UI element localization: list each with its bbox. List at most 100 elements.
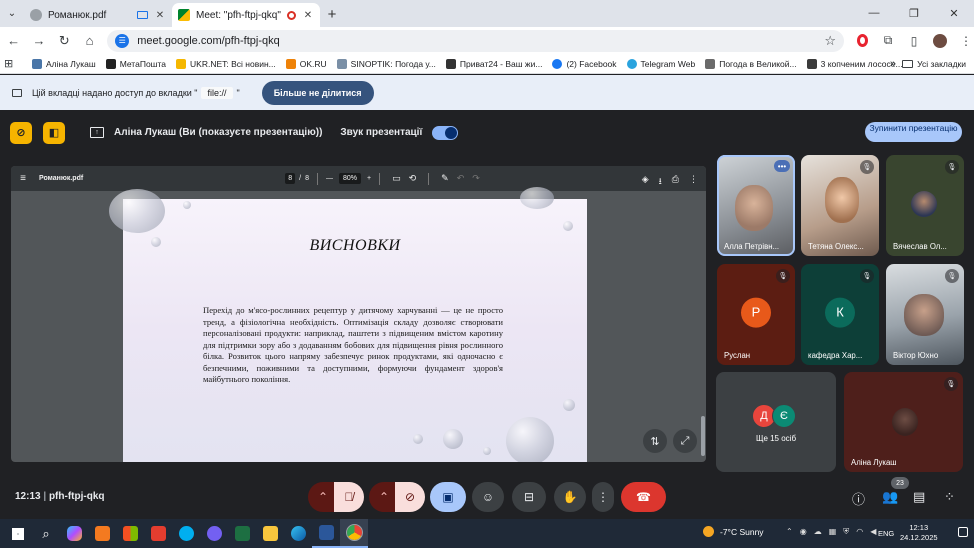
swap-icon[interactable]: ⇅ (643, 429, 667, 453)
clock[interactable]: 12:13 24.12.2025 (900, 523, 938, 543)
bookmark-item[interactable]: (2) Facebook (552, 58, 617, 69)
maximize-button[interactable]: ❐ (894, 0, 934, 26)
stop-sharing-button[interactable]: Більше не ділитися (261, 80, 374, 105)
scrollbar[interactable] (701, 416, 705, 456)
wifi-icon[interactable]: ◠ (856, 527, 863, 537)
word-icon[interactable] (312, 519, 340, 548)
people-icon[interactable]: 👥 (882, 489, 898, 505)
layout-icon[interactable]: ◧ (43, 121, 65, 144)
file-explorer-icon[interactable] (256, 519, 284, 548)
undo-icon[interactable]: ↶ (457, 173, 465, 184)
zoom-in-button[interactable]: + (367, 175, 371, 182)
minimize-button[interactable]: — (854, 0, 894, 26)
tab-meet[interactable]: Meet: "pfh-ftpj-qkq" ✕ (172, 3, 320, 27)
self-tile[interactable]: 🎙 Аліна Лукаш (844, 372, 963, 472)
more-bookmarks-icon[interactable]: » (890, 58, 896, 70)
bookmark-item[interactable]: Аліна Лукаш (32, 58, 96, 69)
leave-call-button[interactable]: ☎ (621, 482, 666, 512)
captions-button[interactable]: ⊟ (512, 482, 546, 512)
tab-pdf[interactable]: Романюк.pdf ✕ (24, 3, 172, 27)
start-button[interactable] (4, 519, 32, 548)
print-icon[interactable]: ⎙ (672, 174, 679, 190)
redo-icon[interactable]: ↷ (472, 173, 480, 184)
skype-icon[interactable] (172, 519, 200, 548)
all-bookmarks-folder[interactable]: Усі закладки (902, 59, 966, 69)
onedrive-icon[interactable]: ☁ (814, 527, 822, 537)
anydesk-icon[interactable] (144, 519, 172, 548)
extensions-icon[interactable]: ⧉ (880, 33, 896, 49)
participant-tile[interactable]: Р 🎙 Руслан (717, 264, 795, 365)
opera-extension-icon[interactable] (854, 33, 870, 49)
bookmark-item[interactable]: Приват24 - Ваш жи... (445, 58, 542, 69)
presentation-sound-toggle[interactable] (432, 125, 459, 140)
rotate-icon[interactable]: ⟲ (409, 173, 417, 184)
more-options-button[interactable]: ⋮ (592, 482, 614, 512)
participant-tile[interactable]: 🎙 Тетяна Олекс... (801, 155, 879, 256)
chrome-icon[interactable] (340, 519, 368, 548)
new-tab-button[interactable]: + (320, 6, 344, 23)
store-icon[interactable] (116, 519, 144, 548)
close-window-button[interactable]: ✕ (934, 0, 974, 26)
bookmark-item[interactable]: UKR.NET: Всі новин... (176, 58, 276, 69)
edge-icon[interactable] (284, 519, 312, 548)
more-options-icon[interactable]: ••• (774, 160, 790, 172)
participant-tile[interactable]: 🎙 Віктор Юхно (886, 264, 964, 365)
menu-icon[interactable]: ≡ (13, 173, 33, 184)
reactions-button[interactable]: ☺ (472, 482, 504, 512)
bookmark-item[interactable]: Погода в Великой... (705, 58, 797, 69)
chat-icon[interactable]: ▤ (913, 489, 925, 505)
page-number-input[interactable]: 8 (285, 173, 296, 184)
participant-tile[interactable]: ••• Алла Петрівн... (717, 155, 795, 256)
reload-button[interactable]: ↻ (53, 29, 76, 53)
split-view-icon[interactable]: ▯ (906, 33, 922, 49)
activities-icon[interactable]: ⁘ (944, 489, 955, 505)
ai-mode-icon[interactable]: ◈ (642, 174, 649, 190)
close-icon[interactable]: ✕ (154, 10, 166, 21)
chevron-up-icon[interactable]: ⌃ (786, 527, 793, 537)
stop-presenting-button[interactable]: Зупинити презентацію (865, 122, 962, 142)
home-button[interactable]: ⌂ (78, 29, 101, 53)
fullscreen-icon[interactable]: ⤢ (673, 429, 697, 453)
camera-toggle-button[interactable]: ⊘ (395, 482, 425, 512)
search-icon[interactable]: ⌕ (32, 519, 60, 548)
bookmark-item[interactable]: OK.RU (285, 58, 327, 69)
tab-search-button[interactable]: ⌄ (0, 1, 24, 25)
download-icon[interactable]: ⭳ (659, 174, 662, 190)
language-indicator[interactable]: ENG (878, 529, 894, 538)
viber-tray-icon[interactable]: ◉ (800, 527, 807, 537)
bookmark-item[interactable]: SINOPTIK: Погода у... (336, 58, 436, 69)
site-info-icon[interactable]: ☰ (115, 33, 130, 48)
apps-icon[interactable]: ⊞ (4, 57, 18, 70)
excel-icon[interactable] (228, 519, 256, 548)
bookmark-star-icon[interactable]: ☆ (824, 33, 836, 49)
close-icon[interactable]: ✕ (302, 10, 314, 21)
meeting-details-icon[interactable]: ⓘ (852, 489, 865, 508)
more-icon[interactable]: ⋮ (689, 174, 698, 190)
back-button[interactable]: ← (2, 29, 25, 53)
participant-tile[interactable]: К 🎙 кафедра Хар... (801, 264, 879, 365)
raise-hand-button[interactable]: ✋ (554, 482, 586, 512)
copilot-icon[interactable] (60, 519, 88, 548)
shield-icon[interactable]: ⛨ (843, 527, 849, 537)
network-icon[interactable]: ▦ (829, 527, 837, 537)
present-button[interactable]: ▣ (430, 482, 466, 512)
forward-button[interactable]: → (27, 29, 50, 53)
bookmark-item[interactable]: 3 копченим лососе... (806, 58, 903, 69)
weather-widget[interactable]: -7°C Sunny (703, 526, 764, 537)
speaker-icon[interactable]: ◀ (870, 527, 876, 537)
fit-page-icon[interactable]: ▭ (392, 173, 401, 184)
menu-icon[interactable]: ⋮ (958, 33, 974, 49)
zoom-out-button[interactable]: — (326, 175, 333, 182)
annotate-icon[interactable]: ✎ (441, 173, 449, 184)
notifications-icon[interactable] (958, 527, 968, 537)
mic-toggle-button[interactable]: 🎙̸ (334, 482, 364, 512)
zoom-level[interactable]: 80% (338, 173, 361, 184)
camera-off-icon[interactable]: ⊘ (10, 121, 32, 144)
address-bar[interactable]: ☰ meet.google.com/pfh-ftpj-qkq ☆ (107, 29, 844, 52)
more-participants-tile[interactable]: Д Є Ще 15 осіб (716, 372, 836, 472)
participant-tile[interactable]: 🎙 Вячеслав Ол... (886, 155, 964, 256)
media-player-icon[interactable] (88, 519, 116, 548)
viber-icon[interactable] (200, 519, 228, 548)
bookmark-item[interactable]: Telegram Web (626, 58, 695, 69)
bookmark-item[interactable]: МетаПошта (105, 58, 166, 69)
